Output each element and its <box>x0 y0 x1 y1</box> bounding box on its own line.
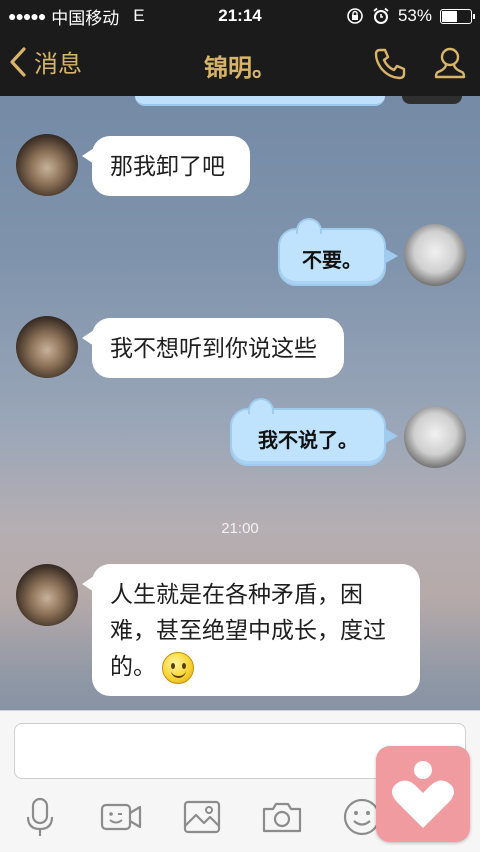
my-avatar[interactable] <box>404 406 466 468</box>
camera-icon[interactable] <box>260 795 304 839</box>
message-bubble-incoming[interactable]: 人生就是在各种矛盾，困难，甚至绝望中成长，度过的。 <box>82 564 420 696</box>
message-bubble-incoming[interactable]: 那我卸了吧 <box>82 136 250 196</box>
alarm-icon <box>373 7 389 24</box>
carrier-name: 中国移动 <box>51 8 120 28</box>
message-text: 我不想听到你说这些 <box>110 335 317 361</box>
clock: 21:14 <box>218 6 262 25</box>
partial-message-bubble <box>135 96 385 106</box>
my-avatar[interactable] <box>404 224 466 286</box>
message-bubble-outgoing[interactable]: 我不说了。 <box>230 398 398 466</box>
message-text: 人生就是在各种矛盾，困难，甚至绝望中成长，度过的。 <box>110 581 386 679</box>
video-call-icon[interactable] <box>99 795 143 839</box>
signal-strength: ●●●●● <box>8 8 46 24</box>
floating-heart-button[interactable] <box>376 746 470 842</box>
microphone-icon[interactable] <box>18 795 62 839</box>
battery-icon <box>440 8 475 24</box>
bubble-decoration <box>296 218 322 234</box>
message-text: 不要。 <box>302 248 362 272</box>
bubble-decoration <box>248 398 274 414</box>
message-timestamp: 21:00 <box>221 520 259 537</box>
heart-person-icon <box>392 761 454 828</box>
chat-header: 消息 锦明。 <box>0 32 480 96</box>
contact-avatar[interactable] <box>16 134 78 196</box>
message-text: 我不说了。 <box>258 428 358 452</box>
image-icon[interactable] <box>180 795 224 839</box>
status-bar: ●●●●● 中国移动 E 21:14 53% <box>0 0 480 32</box>
message-bubble-incoming[interactable]: 我不想听到你说这些 <box>82 318 344 378</box>
contact-avatar[interactable] <box>16 564 78 626</box>
message-bubble-outgoing[interactable]: 不要。 <box>278 218 398 286</box>
rotation-lock-icon <box>347 8 363 24</box>
network-type: E <box>133 6 145 25</box>
contact-avatar[interactable] <box>16 316 78 378</box>
partial-avatar <box>402 96 462 104</box>
message-list[interactable]: 那我卸了吧 不要。 我不想听到你说这些 我不说了。 21:00 人生就是在各种矛… <box>0 96 480 710</box>
message-text: 那我卸了吧 <box>110 153 225 179</box>
phone-icon[interactable] <box>370 44 410 84</box>
profile-icon[interactable] <box>430 44 470 84</box>
battery-percent: 53% <box>397 6 432 25</box>
smiley-emoji-icon <box>162 651 194 684</box>
battery-fill <box>442 10 457 22</box>
